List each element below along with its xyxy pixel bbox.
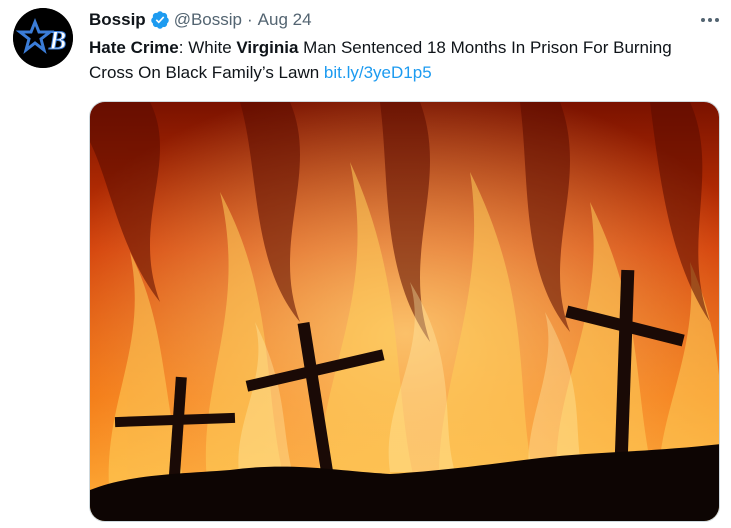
tweet-link[interactable]: bit.ly/3yeD1p5 xyxy=(324,63,432,82)
text-part-hate-crime: Hate Crime xyxy=(89,38,179,57)
tweet-header: Bossip @Bossip · Aug 24 xyxy=(89,9,312,31)
author-handle[interactable]: @Bossip xyxy=(174,10,242,30)
burning-crosses-image xyxy=(90,102,719,521)
text-part-virginia: Virginia xyxy=(236,38,299,57)
tweet-image[interactable] xyxy=(89,101,720,522)
bossip-logo-icon: B xyxy=(13,8,73,68)
avatar[interactable]: B xyxy=(13,8,73,68)
tweet-date[interactable]: Aug 24 xyxy=(258,10,312,30)
separator-dot: · xyxy=(246,10,253,29)
text-part-white: : White xyxy=(178,38,237,57)
verified-badge-icon xyxy=(150,10,170,30)
tweet-text: Hate Crime: White Virginia Man Sentenced… xyxy=(89,35,709,85)
more-dots-icon[interactable] xyxy=(699,9,721,31)
tweet-card[interactable]: B Bossip @Bossip · Aug 24 Hate Crime: Wh… xyxy=(0,0,731,528)
avatar-letter: B xyxy=(48,26,66,55)
author-name[interactable]: Bossip xyxy=(89,10,146,30)
